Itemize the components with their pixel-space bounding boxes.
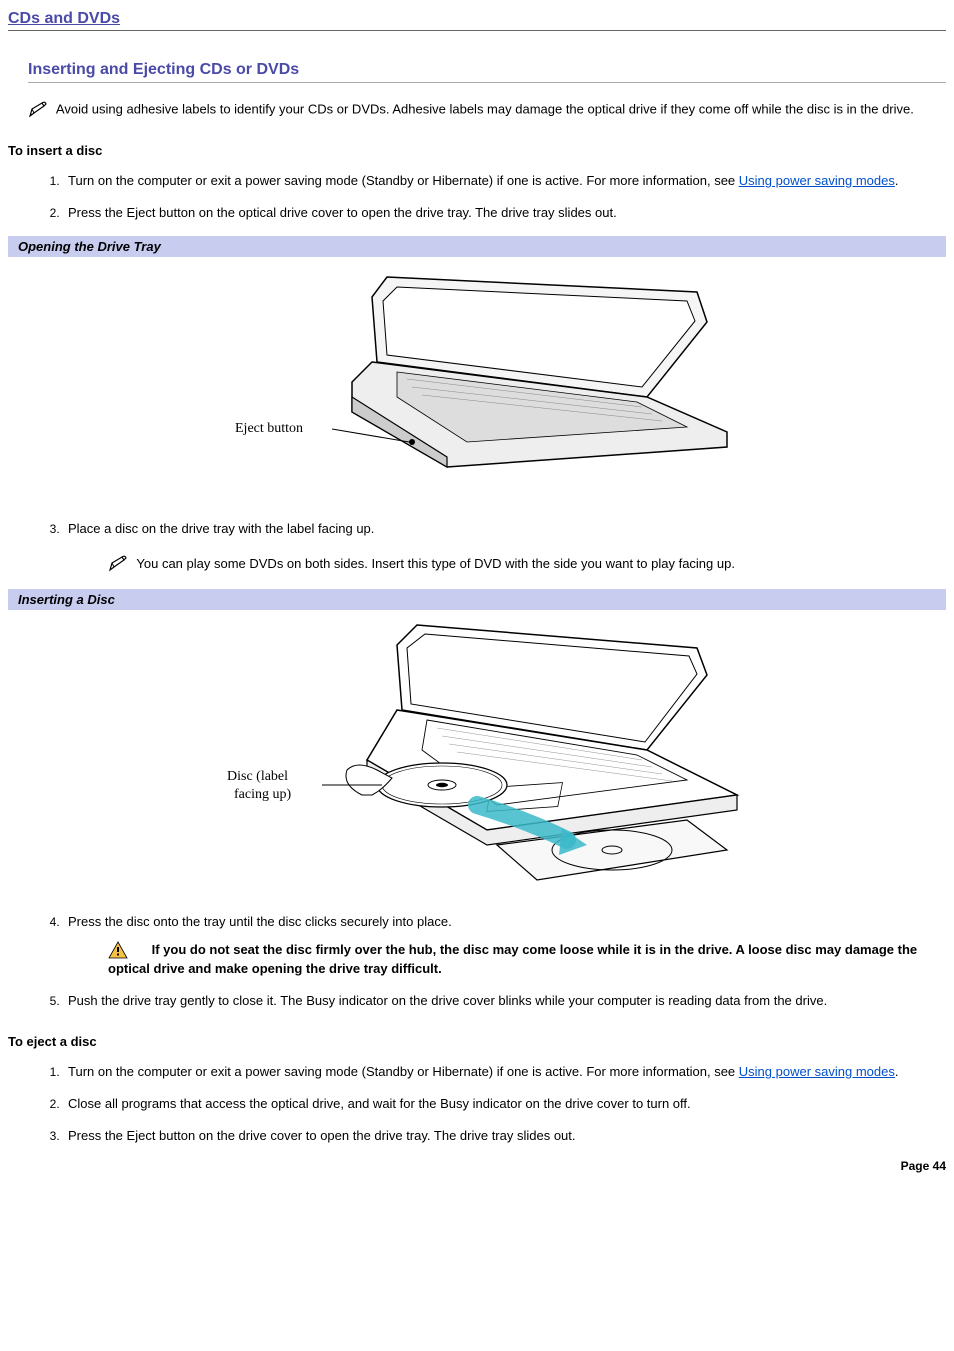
step-text-tail: . [895, 1064, 899, 1079]
intro-note-text: Avoid using adhesive labels to identify … [56, 101, 914, 116]
power-saving-link-2[interactable]: Using power saving modes [739, 1064, 895, 1079]
step-text: Turn on the computer or exit a power sav… [68, 1064, 739, 1079]
disc-label-line1: Disc (label [227, 769, 288, 784]
step3-note-text: You can play some DVDs on both sides. In… [136, 556, 735, 571]
step-text: Turn on the computer or exit a power sav… [68, 173, 739, 188]
step-text: Press the Eject button on the optical dr… [68, 205, 617, 220]
laptop-insert-illustration: Disc (label facing up) [167, 620, 787, 890]
figure-2: Disc (label facing up) [8, 610, 946, 913]
insert-steps-list: Turn on the computer or exit a power sav… [8, 172, 946, 222]
figure-caption-1: Opening the Drive Tray [8, 236, 946, 257]
section-title: Inserting and Ejecting CDs or DVDs [28, 61, 946, 83]
breadcrumb[interactable]: CDs and DVDs [8, 10, 946, 31]
intro-note-paragraph: Avoid using adhesive labels to identify … [8, 101, 946, 119]
list-item: Press the disc onto the tray until the d… [63, 913, 946, 978]
list-item: Push the drive tray gently to close it. … [63, 992, 946, 1010]
eject-button-label: Eject button [235, 421, 303, 436]
eject-heading: To eject a disc [8, 1034, 946, 1049]
insert-heading: To insert a disc [8, 143, 946, 158]
list-item: Turn on the computer or exit a power sav… [63, 1063, 946, 1081]
insert-steps-list-cont2: Press the disc onto the tray until the d… [8, 913, 946, 1010]
disc-label-line2: facing up) [234, 787, 291, 802]
step-text: Press the Eject button on the drive cove… [68, 1128, 576, 1143]
list-item: Place a disc on the drive tray with the … [63, 520, 946, 573]
laptop-eject-illustration: Eject button [197, 267, 757, 497]
list-item: Close all programs that access the optic… [63, 1095, 946, 1113]
pencil-icon [108, 555, 130, 573]
list-item: Press the Eject button on the drive cove… [63, 1127, 946, 1145]
list-item: Press the Eject button on the optical dr… [63, 204, 946, 222]
figure-1: Eject button [8, 257, 946, 520]
warning-text: If you do not seat the disc firmly over … [108, 942, 917, 975]
warning-icon [108, 941, 128, 959]
page-number: Page 44 [8, 1159, 946, 1173]
step-text: Press the disc onto the tray until the d… [68, 914, 452, 929]
power-saving-link[interactable]: Using power saving modes [739, 173, 895, 188]
step-text-tail: . [895, 173, 899, 188]
pencil-icon [28, 101, 50, 119]
eject-steps-list: Turn on the computer or exit a power sav… [8, 1063, 946, 1146]
step-text: Push the drive tray gently to close it. … [68, 993, 827, 1008]
figure-caption-2: Inserting a Disc [8, 589, 946, 610]
step-text: Close all programs that access the optic… [68, 1096, 691, 1111]
insert-steps-list-cont: Place a disc on the drive tray with the … [8, 520, 946, 573]
list-item: Turn on the computer or exit a power sav… [63, 172, 946, 190]
step-text: Place a disc on the drive tray with the … [68, 521, 374, 536]
